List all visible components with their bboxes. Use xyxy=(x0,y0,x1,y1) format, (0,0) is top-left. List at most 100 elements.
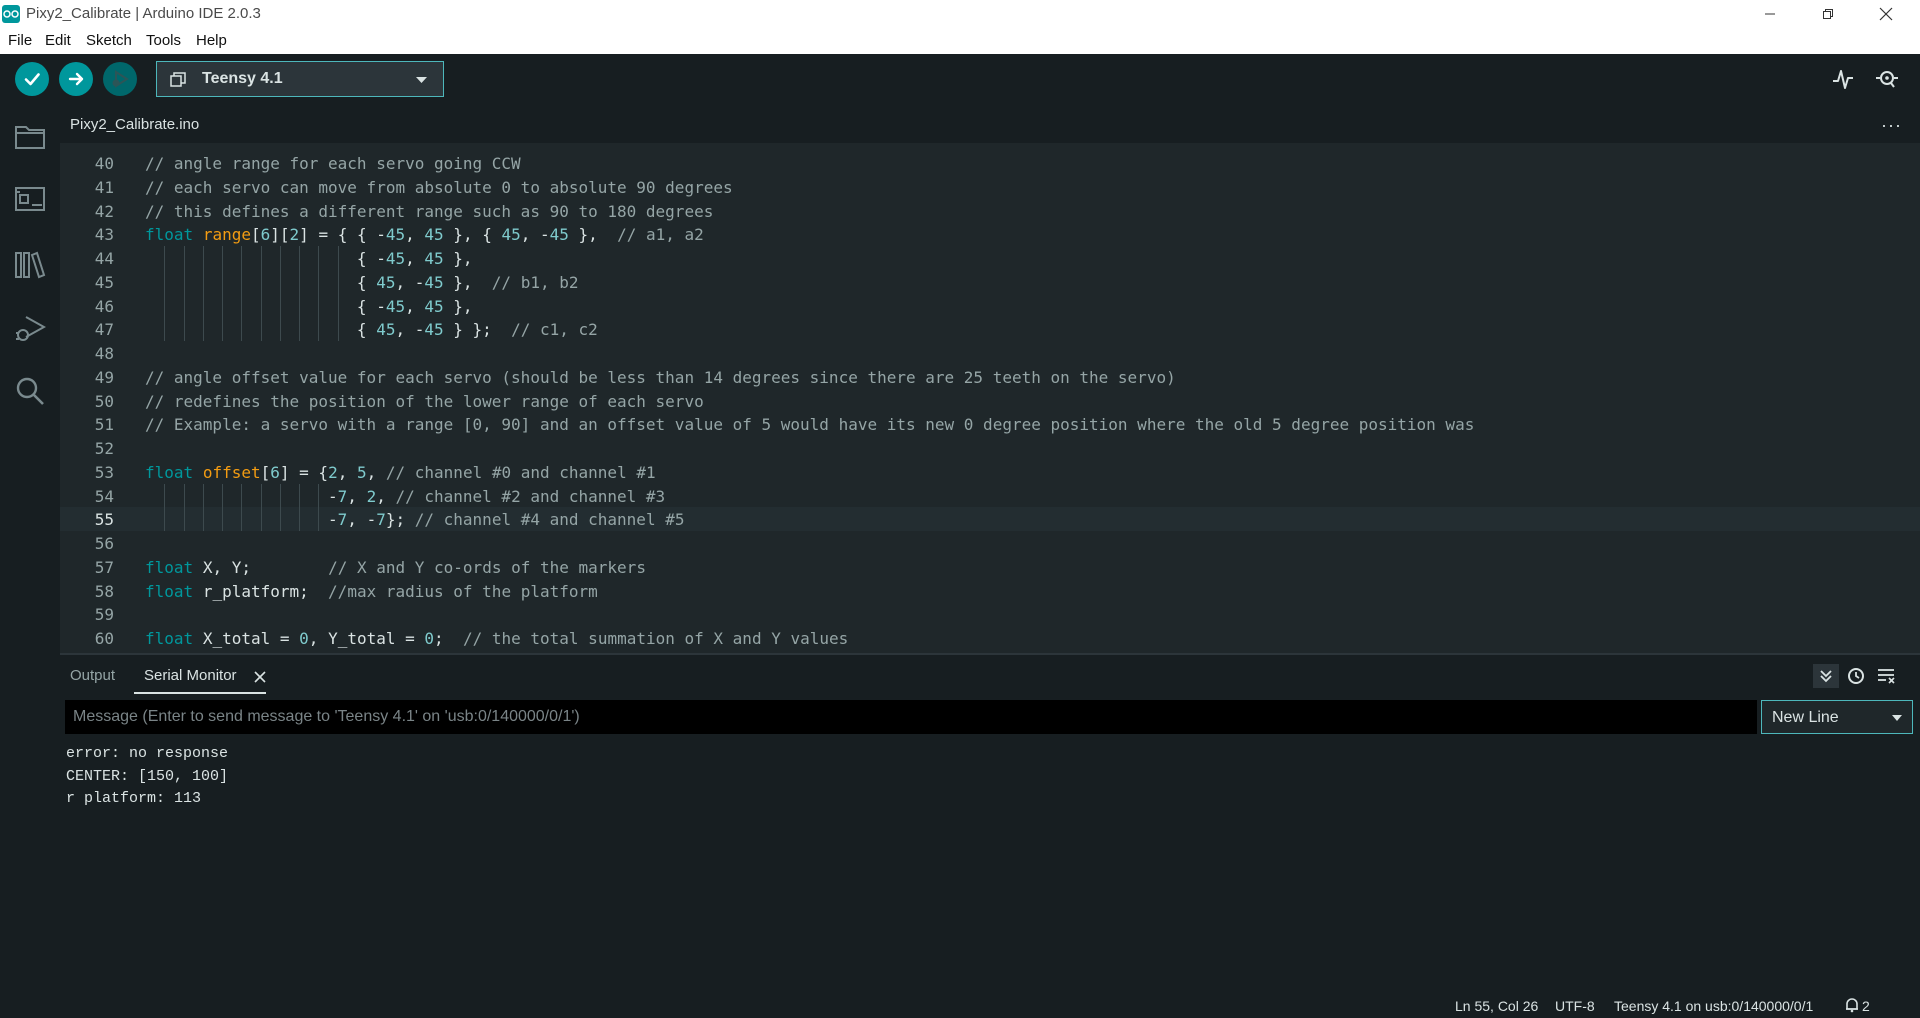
board-selector[interactable]: Teensy 4.1 xyxy=(156,61,444,97)
menu-file[interactable]: File xyxy=(8,32,32,49)
code-text: { 45, -45 }, // b1, b2 xyxy=(145,272,579,292)
code-line[interactable]: 44 { -45, 45 }, xyxy=(60,246,1920,270)
chevron-down-icon xyxy=(1892,715,1902,721)
notification-count: 2 xyxy=(1862,998,1870,1014)
serial-message-input[interactable] xyxy=(65,700,1757,734)
code-line[interactable]: 43 float range[6][2] = { { -45, 45 }, { 4… xyxy=(60,222,1920,246)
code-line[interactable]: 54 -7, 2, // channel #2 and channel #3 xyxy=(60,483,1920,508)
line-number: 60 xyxy=(94,629,114,648)
menu-tools[interactable]: Tools xyxy=(146,32,181,49)
file-encoding[interactable]: UTF-8 xyxy=(1555,998,1595,1014)
code-line[interactable]: 48 xyxy=(60,341,1920,365)
board-icon xyxy=(170,72,186,87)
line-number: 42 xyxy=(94,201,114,221)
code-text: // angle offset value for each servo (sh… xyxy=(145,367,1176,387)
window-title: Pixy2_Calibrate | Arduino IDE 2.0.3 xyxy=(26,5,261,22)
serial-output-line: CENTER: [150, 100] xyxy=(66,767,229,785)
code-line[interactable]: 40 // angle range for each servo going CC… xyxy=(60,151,1920,175)
close-tab-icon[interactable] xyxy=(254,670,266,688)
code-line[interactable]: 51 // Example: a servo with a range [0, 9… xyxy=(60,412,1920,436)
active-tab-indicator xyxy=(134,692,266,694)
debug-sidebar-icon[interactable] xyxy=(12,311,48,347)
tab-output[interactable]: Output xyxy=(70,667,115,684)
code-line[interactable]: 53 float offset[6] = {2, 5, // channel #0… xyxy=(60,460,1920,484)
close-window-button[interactable] xyxy=(1862,0,1910,28)
code-line[interactable]: 56 xyxy=(60,531,1920,555)
timestamp-icon[interactable] xyxy=(1843,664,1869,688)
code-text: float offset[6] = {2, 5, // channel #0 a… xyxy=(145,462,656,482)
line-number: 41 xyxy=(94,177,114,197)
line-number: 47 xyxy=(94,320,114,340)
sketchbook-folder-icon[interactable] xyxy=(12,119,48,155)
code-editor[interactable]: 40 // angle range for each servo going CC… xyxy=(60,143,1920,655)
line-number: 46 xyxy=(94,296,114,316)
autoscroll-icon[interactable] xyxy=(1813,664,1839,688)
menu-sketch[interactable]: Sketch xyxy=(86,32,132,49)
upload-button[interactable] xyxy=(59,62,93,96)
code-line[interactable]: 42 // this defines a different range such… xyxy=(60,199,1920,223)
plotter-icon xyxy=(1833,70,1853,89)
menu-bar: File Edit Sketch Tools Help xyxy=(0,28,1920,54)
boards-manager-icon[interactable] xyxy=(12,181,48,217)
cursor-position[interactable]: Ln 55, Col 26 xyxy=(1455,998,1538,1014)
line-number: 57 xyxy=(94,557,114,577)
code-text: float X_total = 0, Y_total = 0; // the t… xyxy=(145,629,849,648)
line-number: 45 xyxy=(94,272,114,292)
clear-output-icon[interactable] xyxy=(1873,664,1899,688)
serial-monitor-icon xyxy=(1876,71,1898,88)
code-text: float range[6][2] = { { -45, 45 }, { 45,… xyxy=(145,225,704,245)
panel-tab-bar: Output Serial Monitor xyxy=(60,656,1920,694)
code-line[interactable]: 52 xyxy=(60,436,1920,460)
code-line[interactable]: 57 float X, Y; // X and Y co-ords of the … xyxy=(60,555,1920,579)
line-number: 50 xyxy=(94,391,114,411)
board-port-status[interactable]: Teensy 4.1 on usb:0/140000/0/1 xyxy=(1614,998,1813,1014)
arduino-logo-icon xyxy=(2,5,20,23)
sidebar xyxy=(0,105,60,1017)
editor-horizontal-scrollbar[interactable] xyxy=(60,653,1920,655)
line-number: 44 xyxy=(94,249,114,268)
code-text: // redefines the position of the lower r… xyxy=(145,391,704,411)
code-line[interactable]: 41 // each servo can move from absolute 0… xyxy=(60,175,1920,199)
serial-plotter-button[interactable] xyxy=(1826,62,1860,96)
tab-sketch-file[interactable]: Pixy2_Calibrate.ino xyxy=(60,105,217,143)
code-line[interactable]: 59 xyxy=(60,602,1920,626)
serial-output-line: r platform: 113 xyxy=(66,790,202,807)
code-line[interactable]: 60 float X_total = 0, Y_total = 0; // the… xyxy=(60,626,1920,650)
arrow-right-icon xyxy=(68,72,84,86)
line-ending-select[interactable]: New Line xyxy=(1761,700,1913,734)
library-manager-icon[interactable] xyxy=(12,247,48,283)
code-line[interactable]: 45 { 45, -45 }, // b1, b2 xyxy=(60,269,1920,294)
code-line[interactable]: 47 { 45, -45 } }; // c1, c2 xyxy=(60,317,1920,341)
code-line[interactable]: 46 { -45, 45 }, xyxy=(60,293,1920,318)
serial-output-line: error: no response xyxy=(66,745,229,762)
restore-button[interactable] xyxy=(1804,0,1852,28)
serial-monitor-button[interactable] xyxy=(1870,62,1904,96)
board-name: Teensy 4.1 xyxy=(202,70,283,87)
code-text: // each servo can move from absolute 0 t… xyxy=(145,177,733,197)
tab-serial-monitor[interactable]: Serial Monitor xyxy=(144,667,237,684)
code-text: { 45, -45 } }; // c1, c2 xyxy=(145,320,598,340)
check-icon xyxy=(24,73,40,86)
code-text: { -45, 45 }, xyxy=(145,296,473,316)
line-number: 51 xyxy=(94,415,114,435)
debug-icon xyxy=(112,70,129,88)
code-text: float X, Y; // X and Y co-ords of the ma… xyxy=(145,557,646,577)
debug-button[interactable] xyxy=(103,62,137,96)
bottom-panel: Output Serial Monitor New Line error: no… xyxy=(60,656,1920,993)
menu-help[interactable]: Help xyxy=(196,32,227,49)
code-text: // Example: a servo with a range [0, 90]… xyxy=(145,415,1475,435)
code-line[interactable]: 49 // angle offset value for each servo (… xyxy=(60,365,1920,389)
code-line[interactable]: 50 // redefines the position of the lower… xyxy=(60,389,1920,413)
minimize-button[interactable] xyxy=(1746,0,1794,28)
more-actions-icon[interactable]: ··· xyxy=(1881,115,1902,136)
code-text: float r_platform; //max radius of the pl… xyxy=(145,581,598,601)
verify-button[interactable] xyxy=(15,62,49,96)
line-number: 54 xyxy=(94,486,114,506)
menu-edit[interactable]: Edit xyxy=(45,32,71,49)
code-line[interactable]: 58 float r_platform; //max radius of the … xyxy=(60,579,1920,603)
editor-tab-bar: Pixy2_Calibrate.ino ··· xyxy=(60,105,1920,143)
search-icon[interactable] xyxy=(12,373,48,409)
code-line[interactable]: 55 -7, -7}; // channel #4 and channel #5 xyxy=(60,507,1920,531)
line-ending-value: New Line xyxy=(1772,709,1839,726)
notification-bell-icon[interactable] xyxy=(1844,997,1860,1018)
